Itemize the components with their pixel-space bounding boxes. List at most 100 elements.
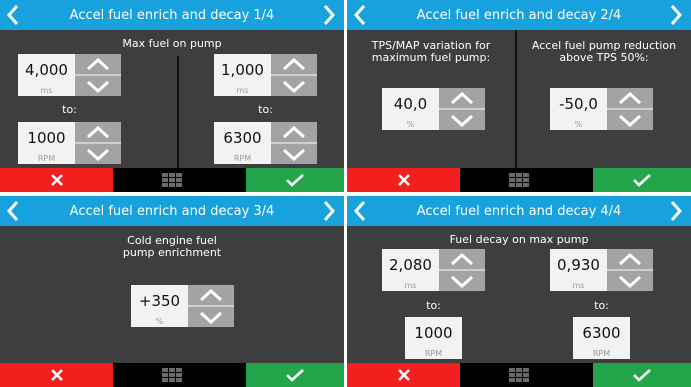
section-heading: Fuel decay on max pump — [449, 233, 589, 246]
chevron-down-icon — [282, 148, 306, 161]
chevron-down-icon — [282, 80, 306, 93]
chevron-down-icon — [199, 311, 223, 324]
chevron-right-icon — [670, 5, 683, 25]
cold-engine-stepper — [188, 285, 234, 327]
chevron-up-icon — [618, 92, 642, 105]
close-x-icon — [397, 369, 410, 381]
confirm-button[interactable] — [246, 168, 344, 192]
max-fuel-value-field[interactable]: 1,000 ms — [214, 54, 271, 96]
close-x-icon — [50, 369, 63, 381]
value-text: 4,000 — [25, 61, 68, 79]
value-text: 2,080 — [389, 256, 432, 274]
increment-button[interactable] — [75, 122, 121, 142]
increment-button[interactable] — [607, 249, 653, 269]
decrement-button[interactable] — [607, 110, 653, 130]
decrement-button[interactable] — [75, 76, 121, 96]
prev-page-button[interactable] — [347, 0, 375, 30]
heading-line: maximum fuel pump: — [371, 51, 491, 64]
menu-button[interactable] — [509, 368, 529, 382]
close-x-icon — [397, 174, 410, 186]
rpm-value-field[interactable]: 1000 RPM — [18, 122, 75, 164]
column-divider — [177, 56, 179, 168]
prev-page-button[interactable] — [347, 196, 375, 226]
fuel-decay-value-field[interactable]: 2,080 ms — [382, 249, 439, 291]
footer-bar — [0, 168, 344, 192]
to-label: to: — [62, 103, 77, 116]
decrement-button[interactable] — [75, 144, 121, 164]
header-bar: Accel fuel enrich and decay 4/4 — [347, 196, 691, 226]
chevron-left-icon — [353, 5, 366, 25]
prev-page-button[interactable] — [0, 196, 28, 226]
confirm-button[interactable] — [593, 168, 691, 192]
chevron-up-icon — [282, 58, 306, 71]
rpm-value-field[interactable]: 6300 RPM — [214, 122, 271, 164]
cold-engine-enrichment-field[interactable]: +350 % — [131, 285, 188, 327]
next-page-button[interactable] — [663, 196, 691, 226]
unit-text: RPM — [424, 349, 443, 358]
tps-map-stepper — [439, 88, 485, 130]
decrement-button[interactable] — [271, 144, 317, 164]
unit-text: % — [155, 317, 164, 326]
prev-page-button[interactable] — [0, 0, 28, 30]
chevron-up-icon — [86, 126, 110, 139]
tps-map-variation-field[interactable]: 40,0 % — [382, 88, 439, 130]
menu-button[interactable] — [509, 173, 529, 187]
cancel-button[interactable] — [0, 363, 113, 387]
pump-reduction-stepper — [607, 88, 653, 130]
max-fuel-value-field[interactable]: 4,000 ms — [18, 54, 75, 96]
confirm-button[interactable] — [593, 363, 691, 387]
section-heading: TPS/MAP variation for maximum fuel pump: — [347, 40, 515, 64]
increment-button[interactable] — [439, 88, 485, 108]
rpm-stepper — [75, 122, 121, 164]
chevron-down-icon — [450, 114, 474, 127]
cancel-button[interactable] — [0, 168, 113, 192]
decrement-button[interactable] — [439, 271, 485, 291]
confirm-button[interactable] — [246, 363, 344, 387]
rpm-value-field[interactable]: 1000 RPM — [405, 317, 462, 359]
chevron-left-icon — [353, 201, 366, 221]
screen-3: Accel fuel enrich and decay 3/4 Cold eng… — [0, 196, 344, 387]
decrement-button[interactable] — [271, 76, 317, 96]
section-heading: Cold engine fuel pump enrichment — [0, 235, 344, 259]
chevron-down-icon — [450, 275, 474, 288]
header-bar: Accel fuel enrich and decay 2/4 — [347, 0, 691, 30]
value-text: -50,0 — [559, 95, 598, 113]
value-text: 1000 — [414, 324, 453, 342]
value-text: 1000 — [27, 129, 66, 147]
increment-button[interactable] — [271, 122, 317, 142]
chevron-down-icon — [618, 114, 642, 127]
increment-button[interactable] — [607, 88, 653, 108]
fuel-decay-stepper — [439, 249, 485, 291]
checkmark-icon — [286, 369, 304, 382]
rpm-value-field[interactable]: 6300 RPM — [573, 317, 630, 359]
unit-text: RPM — [233, 154, 252, 163]
chevron-right-icon — [670, 201, 683, 221]
next-page-button[interactable] — [316, 0, 344, 30]
decrement-button[interactable] — [188, 307, 234, 327]
menu-button[interactable] — [162, 368, 182, 382]
chevron-down-icon — [86, 148, 110, 161]
chevron-down-icon — [86, 80, 110, 93]
menu-button[interactable] — [162, 173, 182, 187]
cancel-button[interactable] — [347, 168, 460, 192]
value-text: +350 — [138, 292, 181, 310]
checkmark-icon — [286, 174, 304, 187]
max-fuel-stepper — [75, 54, 121, 96]
screen-title: Accel fuel enrich and decay 4/4 — [416, 204, 622, 219]
chevron-up-icon — [86, 58, 110, 71]
increment-button[interactable] — [271, 54, 317, 74]
to-label: to: — [594, 299, 609, 312]
pump-reduction-field[interactable]: -50,0 % — [550, 88, 607, 130]
decrement-button[interactable] — [439, 110, 485, 130]
screen-title: Accel fuel enrich and decay 1/4 — [69, 8, 275, 23]
cancel-button[interactable] — [347, 363, 460, 387]
footer-bar — [347, 363, 691, 387]
decrement-button[interactable] — [607, 271, 653, 291]
increment-button[interactable] — [75, 54, 121, 74]
increment-button[interactable] — [439, 249, 485, 269]
next-page-button[interactable] — [663, 0, 691, 30]
chevron-right-icon — [323, 5, 336, 25]
fuel-decay-value-field[interactable]: 0,930 ms — [550, 249, 607, 291]
next-page-button[interactable] — [316, 196, 344, 226]
increment-button[interactable] — [188, 285, 234, 305]
